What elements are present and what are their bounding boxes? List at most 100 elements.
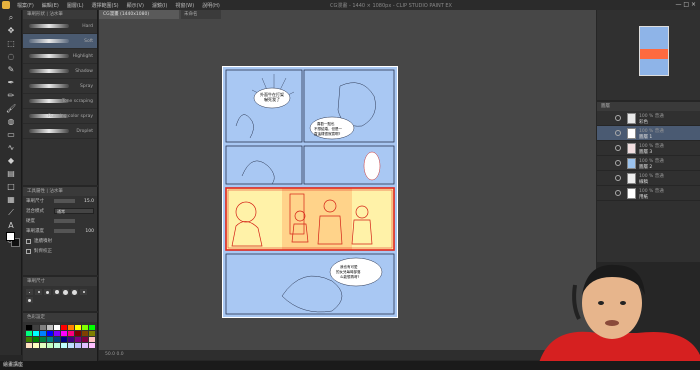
color-swatch[interactable]: [26, 325, 32, 330]
menu-help[interactable]: 說明(H): [198, 2, 224, 9]
prop-density[interactable]: 筆刷濃度 100: [23, 226, 97, 236]
color-swatch[interactable]: [75, 343, 81, 348]
color-swatch[interactable]: [68, 343, 74, 348]
size-preset[interactable]: [53, 289, 60, 295]
color-swatch[interactable]: [26, 337, 32, 342]
brush-item-spray[interactable]: Spray: [23, 79, 97, 94]
visibility-eye-icon[interactable]: [615, 145, 621, 151]
document-tab-2[interactable]: 未命名: [181, 10, 221, 19]
size-preset[interactable]: [80, 289, 87, 295]
color-swatch[interactable]: [68, 337, 74, 342]
foreground-color-swatch[interactable]: [6, 232, 15, 241]
layer-row-selected[interactable]: 100 % 普通 圖層 1: [597, 126, 700, 141]
size-preset[interactable]: [71, 289, 78, 295]
visibility-eye-icon[interactable]: [615, 160, 621, 166]
slider-track[interactable]: [54, 229, 75, 233]
color-swatch[interactable]: [82, 343, 88, 348]
canvas-area[interactable]: CG漫畫 (1440x1080) 未命名 外面牛在打架 嚇死我了 喜歡一點也 不…: [99, 10, 596, 360]
menu-select[interactable]: 選擇範圍(S): [88, 2, 123, 9]
layer-row[interactable]: 100 % 普通 線稿: [597, 171, 700, 186]
window-controls[interactable]: — □ ×: [675, 1, 696, 8]
color-swatch[interactable]: [89, 331, 95, 336]
menu-window[interactable]: 視窗(W): [171, 2, 198, 9]
prop-align[interactable]: 對齊校正: [23, 246, 97, 256]
fill-tool-icon[interactable]: ◆: [6, 156, 16, 166]
blend-mode-select[interactable]: 通常: [54, 208, 94, 214]
size-preset[interactable]: [26, 297, 33, 303]
color-swatch[interactable]: [26, 343, 32, 348]
color-swatch[interactable]: [33, 331, 39, 336]
airbrush-tool-icon[interactable]: ◍: [6, 117, 16, 127]
prop-blend-mode[interactable]: 混合模式 通常: [23, 206, 97, 216]
blend-tool-icon[interactable]: ∿: [6, 143, 16, 153]
color-swatch[interactable]: [82, 325, 88, 330]
eyedropper-icon[interactable]: ✎: [6, 65, 16, 75]
prop-continuous[interactable]: 連續噴射: [23, 236, 97, 246]
color-swatch[interactable]: [47, 343, 53, 348]
color-swatch[interactable]: [47, 337, 53, 342]
figure-tool-icon[interactable]: □: [6, 182, 16, 192]
brush-item-tone-scraping[interactable]: Tone scraping: [23, 94, 97, 109]
color-swatch[interactable]: [75, 325, 81, 330]
color-swatch[interactable]: [82, 337, 88, 342]
color-swatch[interactable]: [61, 343, 67, 348]
visibility-eye-icon[interactable]: [615, 130, 621, 136]
brush-item-droplet[interactable]: Droplet: [23, 124, 97, 139]
color-swatch[interactable]: [54, 343, 60, 348]
checkbox-icon[interactable]: [26, 248, 31, 254]
color-swatch[interactable]: [89, 337, 95, 342]
color-swatch[interactable]: [33, 337, 39, 342]
size-preset[interactable]: [35, 289, 42, 295]
color-swatch[interactable]: [68, 325, 74, 330]
color-swatch[interactable]: [40, 343, 46, 348]
menu-filter[interactable]: 濾鏡(I): [148, 2, 171, 9]
color-swatch[interactable]: [33, 343, 39, 348]
brush-item-hard[interactable]: Hard: [23, 19, 97, 34]
layer-row[interactable]: 100 % 普通 用紙: [597, 186, 700, 201]
color-swatch[interactable]: [54, 337, 60, 342]
slider-track[interactable]: [54, 219, 75, 223]
lasso-tool-icon[interactable]: ◌: [6, 52, 16, 62]
eraser-tool-icon[interactable]: ▭: [6, 130, 16, 140]
color-swatch[interactable]: [40, 325, 46, 330]
pen-tool-icon[interactable]: ✒: [6, 78, 16, 88]
layer-row[interactable]: 100 % 普通 彩色: [597, 111, 700, 126]
color-swatch[interactable]: [47, 325, 53, 330]
color-swatch[interactable]: [89, 325, 95, 330]
layer-row[interactable]: 100 % 普通 圖層 3: [597, 141, 700, 156]
visibility-eye-icon[interactable]: [615, 190, 621, 196]
layer-row[interactable]: 100 % 普通 圖層 2: [597, 156, 700, 171]
color-swatch[interactable]: [61, 325, 67, 330]
move-tool-icon[interactable]: ✥: [6, 26, 16, 36]
menu-layer[interactable]: 圖層(L): [63, 2, 88, 9]
color-swatch[interactable]: [47, 331, 53, 336]
brush-item-highlight[interactable]: Highlight: [23, 49, 97, 64]
navigator-thumbnail[interactable]: [639, 26, 669, 76]
brush-tool-icon[interactable]: 🖌: [6, 104, 16, 114]
prop-brush-size[interactable]: 筆刷尺寸 15.0: [23, 196, 97, 206]
zoom-tool-icon[interactable]: ⌕: [6, 13, 16, 23]
color-swatch[interactable]: [89, 343, 95, 348]
document-tab[interactable]: CG漫畫 (1440x1080): [99, 10, 179, 19]
text-tool-icon[interactable]: A: [6, 221, 16, 231]
visibility-eye-icon[interactable]: [615, 115, 621, 121]
brush-item-running-color-spray[interactable]: Running color spray: [23, 109, 97, 124]
color-swatch[interactable]: [33, 325, 39, 330]
color-swatch[interactable]: [75, 331, 81, 336]
color-swatch[interactable]: [54, 325, 60, 330]
frame-tool-icon[interactable]: ▦: [6, 195, 16, 205]
menu-file[interactable]: 檔案(F): [13, 2, 38, 9]
menu-edit[interactable]: 編輯(E): [38, 2, 63, 9]
color-swatch[interactable]: [40, 331, 46, 336]
select-tool-icon[interactable]: ⬚: [6, 39, 16, 49]
comic-page[interactable]: 外面牛在打架 嚇死我了 喜歡一點也 不想結婚，但是一 直這樣很寂寞啊? 我也有可…: [221, 65, 399, 319]
prop-hardness[interactable]: 硬度: [23, 216, 97, 226]
color-swatch[interactable]: [61, 337, 67, 342]
visibility-eye-icon[interactable]: [615, 175, 621, 181]
checkbox-icon[interactable]: [26, 238, 31, 244]
color-swatch[interactable]: [61, 331, 67, 336]
ruler-tool-icon[interactable]: ⟋: [6, 208, 16, 218]
color-swatch[interactable]: [75, 337, 81, 342]
menu-view[interactable]: 顯示(V): [123, 2, 148, 9]
brush-item-soft[interactable]: Soft: [23, 34, 97, 49]
